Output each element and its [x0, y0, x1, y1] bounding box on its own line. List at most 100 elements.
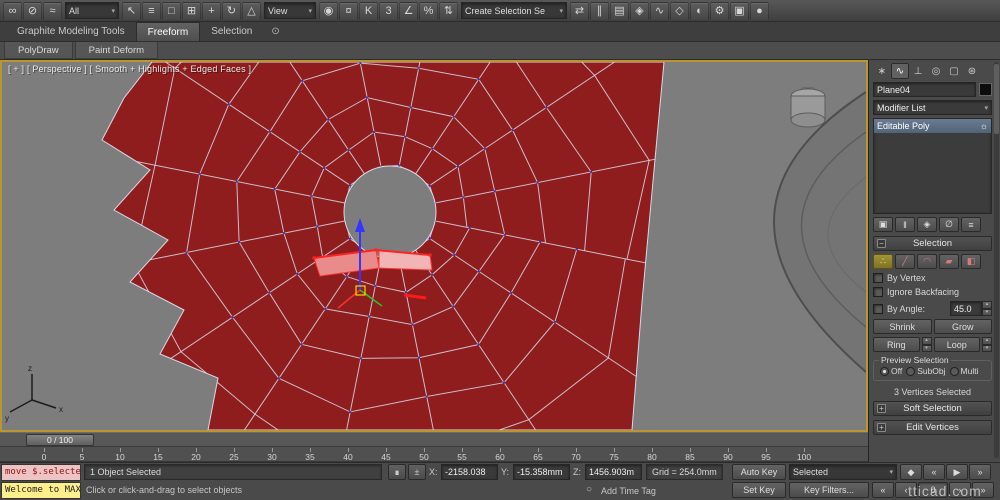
- material-editor-icon[interactable]: ◐: [690, 1, 709, 20]
- unlink-selection-icon[interactable]: ⊘: [23, 1, 42, 20]
- spinner-up-icon[interactable]: ▴: [982, 301, 992, 309]
- modify-tab-icon[interactable]: ∿: [891, 63, 909, 79]
- angle-spinner[interactable]: ▴ ▾: [982, 301, 992, 316]
- subtab-paint-deform[interactable]: Paint Deform: [74, 42, 159, 59]
- timeline-ruler[interactable]: 0 5 10 15 20 25 30 35 40 45 50 55 60 65 70 75 80 85 90 95 10…: [0, 447, 868, 462]
- percent-snap-toggle-icon[interactable]: %: [419, 1, 438, 20]
- utilities-tab-icon[interactable]: ⊛: [963, 63, 981, 79]
- loop-button[interactable]: Loop: [933, 337, 980, 352]
- selection-filter-dropdown[interactable]: All ▾: [65, 2, 119, 19]
- border-mode-icon[interactable]: ◠: [917, 254, 937, 269]
- reference-coordinate-system-dropdown[interactable]: View ▾: [264, 2, 316, 19]
- remove-modifier-icon[interactable]: ∅: [939, 217, 959, 232]
- object-name-field[interactable]: Plane04: [873, 82, 976, 97]
- set-key-button[interactable]: Set Key: [732, 482, 786, 498]
- graphite-ribbon-toggle-icon[interactable]: ◈: [630, 1, 649, 20]
- element-mode-icon[interactable]: ◧: [961, 254, 981, 269]
- layer-manager-icon[interactable]: ▤: [610, 1, 629, 20]
- angle-snap-toggle-icon[interactable]: ∠: [399, 1, 418, 20]
- bind-to-space-warp-icon[interactable]: ≈: [43, 1, 62, 20]
- next-key-button[interactable]: »: [969, 464, 991, 480]
- lock-selection-icon[interactable]: ∎: [388, 464, 406, 480]
- hierarchy-tab-icon[interactable]: ⊥: [909, 63, 927, 79]
- preview-multi-radio[interactable]: [949, 366, 959, 376]
- key-filters-button[interactable]: Key Filters...: [789, 482, 869, 498]
- play-animation-button[interactable]: ▶: [946, 464, 968, 480]
- vertex-mode-icon[interactable]: ∴: [873, 254, 893, 269]
- ring-spinner[interactable]: ▴ ▾: [921, 337, 932, 352]
- spinner-snap-toggle-icon[interactable]: ⇅: [439, 1, 458, 20]
- y-coordinate-field[interactable]: -15.358mm: [513, 464, 570, 480]
- auto-key-button[interactable]: Auto Key: [732, 464, 786, 480]
- spinner-down-icon[interactable]: ▾: [982, 344, 992, 352]
- time-slider-button[interactable]: 0 / 100: [26, 434, 94, 446]
- window-crossing-icon[interactable]: ⊞: [182, 1, 201, 20]
- configure-modifier-sets-icon[interactable]: ≡: [961, 217, 981, 232]
- use-pivot-point-center-icon[interactable]: ◉: [319, 1, 338, 20]
- tab-freeform[interactable]: Freeform: [135, 22, 201, 41]
- select-and-link-icon[interactable]: ∞: [3, 1, 22, 20]
- select-object-icon[interactable]: ↖: [122, 1, 141, 20]
- select-and-move-icon[interactable]: +: [202, 1, 221, 20]
- schematic-view-icon[interactable]: ◇: [670, 1, 689, 20]
- tab-selection[interactable]: Selection: [200, 22, 263, 41]
- pin-stack-icon[interactable]: ▣: [873, 217, 893, 232]
- align-icon[interactable]: ∥: [590, 1, 609, 20]
- visibility-toggle-icon[interactable]: ☼: [980, 121, 988, 131]
- key-mode-toggle-button[interactable]: ◆: [900, 464, 922, 480]
- subtab-polydraw[interactable]: PolyDraw: [4, 42, 73, 59]
- select-and-scale-icon[interactable]: △: [242, 1, 261, 20]
- shrink-button[interactable]: Shrink: [873, 319, 932, 334]
- rectangular-selection-region-icon[interactable]: □: [162, 1, 181, 20]
- ignore-backfacing-checkbox[interactable]: Ignore Backfacing: [873, 287, 992, 297]
- angle-value-field[interactable]: 45.0: [950, 301, 982, 316]
- snaps-toggle-icon[interactable]: 3: [379, 1, 398, 20]
- time-field[interactable]: 0: [918, 482, 948, 498]
- rollout-edit-vertices[interactable]: + Edit Vertices: [873, 420, 992, 435]
- mirror-icon[interactable]: ⇄: [570, 1, 589, 20]
- previous-frame-button[interactable]: ‹: [895, 482, 917, 498]
- select-and-rotate-icon[interactable]: ↻: [222, 1, 241, 20]
- named-selection-sets-dropdown[interactable]: Create Selection Se ▾: [461, 2, 567, 19]
- maxscript-listener-line1[interactable]: move $.selecte: [1, 464, 81, 481]
- by-vertex-checkbox[interactable]: By Vertex: [873, 273, 992, 283]
- display-tab-icon[interactable]: ▢: [945, 63, 963, 79]
- make-unique-icon[interactable]: ◈: [917, 217, 937, 232]
- spinner-down-icon[interactable]: ▾: [921, 344, 932, 352]
- preview-subobj-radio[interactable]: [906, 366, 916, 376]
- tab-graphite-modeling-tools[interactable]: Graphite Modeling Tools: [6, 22, 136, 41]
- z-coordinate-field[interactable]: 1456.903m: [585, 464, 642, 480]
- spinner-up-icon[interactable]: ▴: [921, 337, 932, 345]
- ring-button[interactable]: Ring: [873, 337, 920, 352]
- grow-button[interactable]: Grow: [933, 319, 992, 334]
- select-and-manipulate-icon[interactable]: ¤: [339, 1, 358, 20]
- rollout-soft-selection[interactable]: + Soft Selection: [873, 401, 992, 416]
- go-to-end-button[interactable]: »: [972, 482, 994, 498]
- motion-tab-icon[interactable]: ◎: [927, 63, 945, 79]
- keyboard-shortcut-override-icon[interactable]: K: [359, 1, 378, 20]
- by-angle-checkbox[interactable]: By Angle: 45.0 ▴ ▾: [873, 301, 992, 316]
- spinner-down-icon[interactable]: ▾: [982, 308, 992, 316]
- x-coordinate-field[interactable]: -2158.038: [441, 464, 498, 480]
- object-color-swatch[interactable]: [979, 83, 992, 96]
- render-production-icon[interactable]: ●: [750, 1, 769, 20]
- key-mode-dropdown[interactable]: Selected ▾: [789, 464, 897, 480]
- polygon-mode-icon[interactable]: ▰: [939, 254, 959, 269]
- rendered-frame-window-icon[interactable]: ▣: [730, 1, 749, 20]
- show-end-result-icon[interactable]: ‖: [895, 217, 915, 232]
- time-slider-track[interactable]: 0 / 100: [0, 432, 868, 447]
- add-time-tag[interactable]: Add Time Tag: [601, 486, 656, 496]
- go-to-start-button[interactable]: «: [872, 482, 894, 498]
- maxscript-listener-line2[interactable]: Welcome to MAX: [1, 482, 81, 499]
- select-by-name-icon[interactable]: ≡: [142, 1, 161, 20]
- next-frame-button[interactable]: ›: [949, 482, 971, 498]
- ribbon-options-icon[interactable]: ⊙: [271, 22, 279, 41]
- viewport-canvas[interactable]: z y x: [2, 62, 866, 430]
- curve-editor-icon[interactable]: ∿: [650, 1, 669, 20]
- absolute-offset-mode-icon[interactable]: ±: [408, 464, 426, 480]
- previous-key-button[interactable]: «: [923, 464, 945, 480]
- panel-scrollbar[interactable]: [994, 62, 999, 458]
- modifier-stack-item-editable-poly[interactable]: Editable Poly ☼: [874, 119, 991, 133]
- render-setup-icon[interactable]: ⚙: [710, 1, 729, 20]
- modifier-list-dropdown[interactable]: Modifier List ▾: [873, 100, 992, 115]
